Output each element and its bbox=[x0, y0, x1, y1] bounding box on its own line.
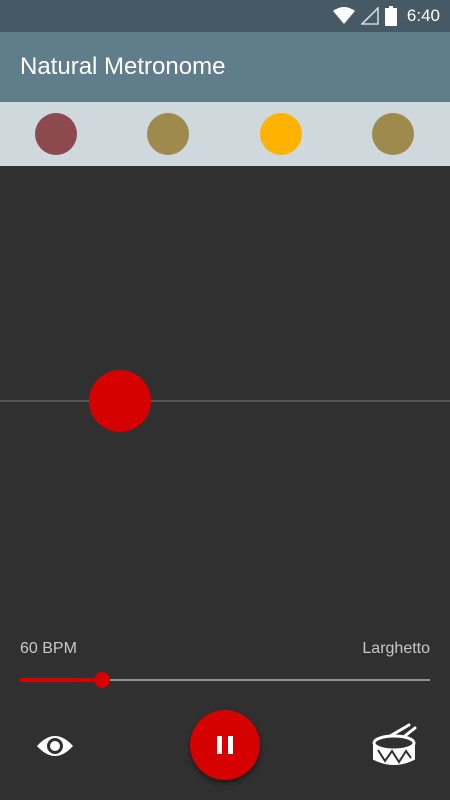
pause-icon bbox=[217, 736, 233, 754]
beat-indicator-4 bbox=[372, 113, 414, 155]
status-icons: 6:40 bbox=[332, 5, 440, 27]
visibility-toggle-button[interactable] bbox=[32, 726, 78, 766]
pendulum-ball bbox=[89, 370, 151, 432]
drum-icon bbox=[372, 723, 417, 765]
tempo-slider[interactable] bbox=[20, 672, 430, 688]
bpm-label: 60 BPM bbox=[20, 640, 77, 657]
slider-thumb[interactable] bbox=[94, 672, 110, 688]
sound-select-button[interactable] bbox=[370, 722, 418, 768]
play-pause-button[interactable] bbox=[190, 710, 260, 780]
pendulum-track-line bbox=[0, 400, 450, 402]
beat-indicator-1 bbox=[35, 113, 77, 155]
status-time: 6:40 bbox=[406, 6, 440, 25]
wifi-icon bbox=[332, 7, 355, 24]
tempo-name-label: Larghetto bbox=[362, 640, 430, 657]
slider-fill bbox=[20, 678, 102, 682]
beat-indicator-3 bbox=[260, 113, 302, 155]
app-title: Natural Metronome bbox=[20, 53, 226, 80]
beat-indicator-row bbox=[0, 102, 450, 166]
status-bar: 6:40 bbox=[0, 0, 450, 32]
battery-icon bbox=[384, 6, 397, 26]
cell-signal-icon bbox=[360, 7, 379, 25]
pendulum-stage bbox=[0, 166, 450, 626]
app-bar: Natural Metronome bbox=[0, 32, 450, 102]
beat-indicator-2 bbox=[147, 113, 189, 155]
eye-icon bbox=[37, 736, 73, 756]
